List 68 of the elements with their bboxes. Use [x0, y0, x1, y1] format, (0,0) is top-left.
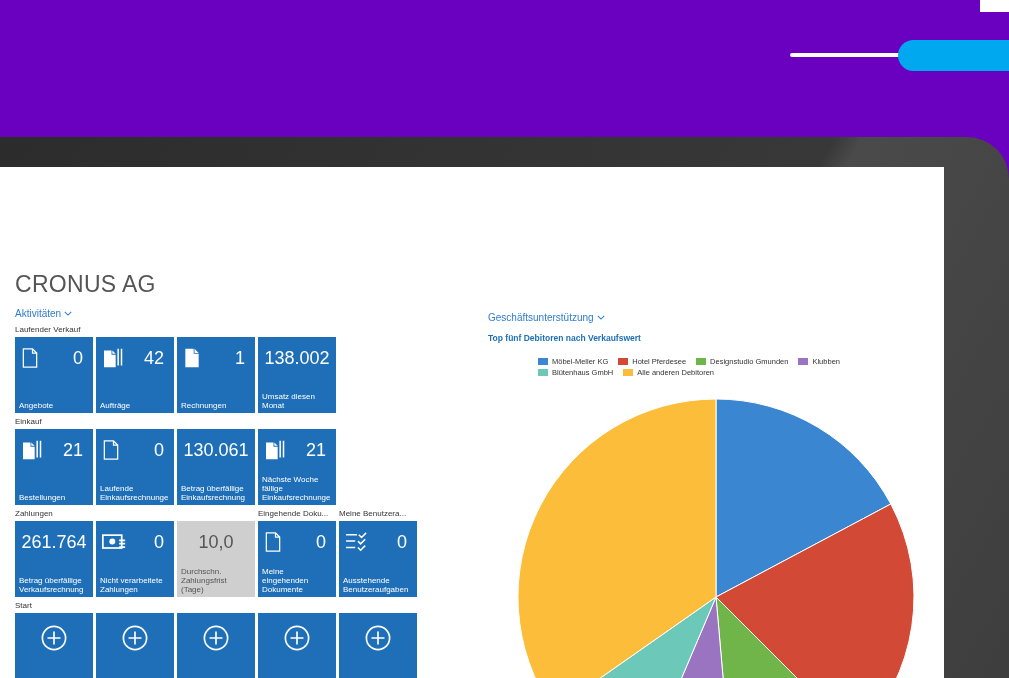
- tile-label: Bestellungen: [19, 493, 67, 502]
- activity-tile[interactable]: 138.002 Umsatz diesen Monat: [258, 337, 336, 413]
- group-title: Meine Benutzera...: [339, 508, 408, 519]
- tile-value: 21: [305, 440, 327, 460]
- tile-value: 42: [143, 348, 165, 368]
- document-icon: [264, 532, 282, 552]
- add-icon: [122, 625, 148, 651]
- add-icon: [365, 625, 391, 651]
- group-title: Laufender Verkauf: [15, 324, 82, 335]
- tile-label: Ausstehende Benutzeraufgaben: [343, 576, 410, 594]
- tile-label: Nächste Woche fällige Einkaufsrechnunge: [262, 475, 332, 502]
- tile-value: 0: [316, 532, 327, 552]
- document-icon: [102, 440, 120, 460]
- tile-label: Betrag überfällige Verkaufsrechnung: [19, 576, 85, 594]
- activity-tile[interactable]: [258, 613, 336, 678]
- activity-tile[interactable]: [15, 613, 93, 678]
- activity-tile[interactable]: 1 Rechnungen: [177, 337, 255, 413]
- payment-card-icon: [102, 532, 126, 552]
- activity-tile[interactable]: 21 Nächste Woche fällige Einkaufsrechnunge: [258, 429, 336, 505]
- activity-tile[interactable]: [177, 613, 255, 678]
- tile-value: 261.764: [21, 532, 87, 552]
- tile-label: Laufende Einkaufsrechnunge: [100, 484, 170, 502]
- activity-tile[interactable]: 42 Aufträge: [96, 337, 174, 413]
- task-list-icon: [345, 532, 369, 552]
- tile-value: 130.061: [183, 440, 249, 460]
- tile-value: 0: [154, 440, 165, 460]
- add-icon: [284, 625, 310, 651]
- group-title: Eingehende Doku...: [258, 508, 330, 519]
- activity-tile[interactable]: 21 Bestellungen: [15, 429, 93, 505]
- activity-tile[interactable]: 0 Meine eingehenden Dokumente: [258, 521, 336, 597]
- activities-link[interactable]: Aktivitäten: [15, 308, 73, 319]
- tile-value: 1: [235, 348, 246, 368]
- tile-value: 0: [154, 532, 165, 552]
- tile-label: Durchschn. Zahlungsfrist (Tage): [181, 567, 228, 594]
- add-icon: [41, 625, 67, 651]
- activity-tile[interactable]: [96, 613, 174, 678]
- tile-value: 10,0: [198, 532, 234, 552]
- document-icon: [21, 348, 39, 368]
- activity-tile[interactable]: [339, 613, 417, 678]
- banner-mark: [980, 0, 1009, 12]
- tile-label: Rechnungen: [181, 401, 228, 410]
- group-title: Start: [15, 600, 33, 611]
- tile-label: Nicht verarbeitete Zahlungen: [100, 576, 164, 594]
- company-title: CRONUS AG: [15, 271, 157, 297]
- chart-title: Top fünf Debitoren nach Verkaufswert: [488, 333, 642, 343]
- tile-value: 0: [73, 348, 84, 368]
- chevron-icon: [64, 311, 73, 316]
- activity-tile[interactable]: 261.764 Betrag überfällige Verkaufsrechnung: [15, 521, 93, 597]
- group-title: Einkauf: [15, 416, 43, 427]
- activity-tile[interactable]: 0 Ausstehende Benutzeraufgaben: [339, 521, 417, 597]
- document-icon: [183, 348, 201, 368]
- support-link[interactable]: Geschäftsunterstützung: [488, 312, 605, 323]
- add-icon: [203, 625, 229, 651]
- tile-label: Aufträge: [100, 401, 132, 410]
- activity-tile[interactable]: 0 Nicht verarbeitete Zahlungen: [96, 521, 174, 597]
- activity-tile[interactable]: 130.061 Betrag überfällige Einkaufsrechnung: [177, 429, 255, 505]
- tile-label: Angebote: [19, 401, 55, 410]
- activity-tile[interactable]: 0 Angebote: [15, 337, 93, 413]
- tile-value: 0: [397, 532, 408, 552]
- activity-tile[interactable]: 0 Laufende Einkaufsrechnunge: [96, 429, 174, 505]
- tile-label: Meine eingehenden Dokumente: [262, 567, 310, 594]
- tile-label: Betrag überfällige Einkaufsrechnung: [181, 484, 247, 502]
- activity-tile[interactable]: 10,0 Durchschn. Zahlungsfrist (Tage): [177, 521, 255, 597]
- tile-label: Umsatz diesen Monat: [262, 392, 316, 410]
- group-title: Zahlungen: [15, 508, 54, 519]
- tile-value: 21: [62, 440, 84, 460]
- chevron-icon: [596, 315, 605, 320]
- tile-value: 138.002: [264, 348, 330, 368]
